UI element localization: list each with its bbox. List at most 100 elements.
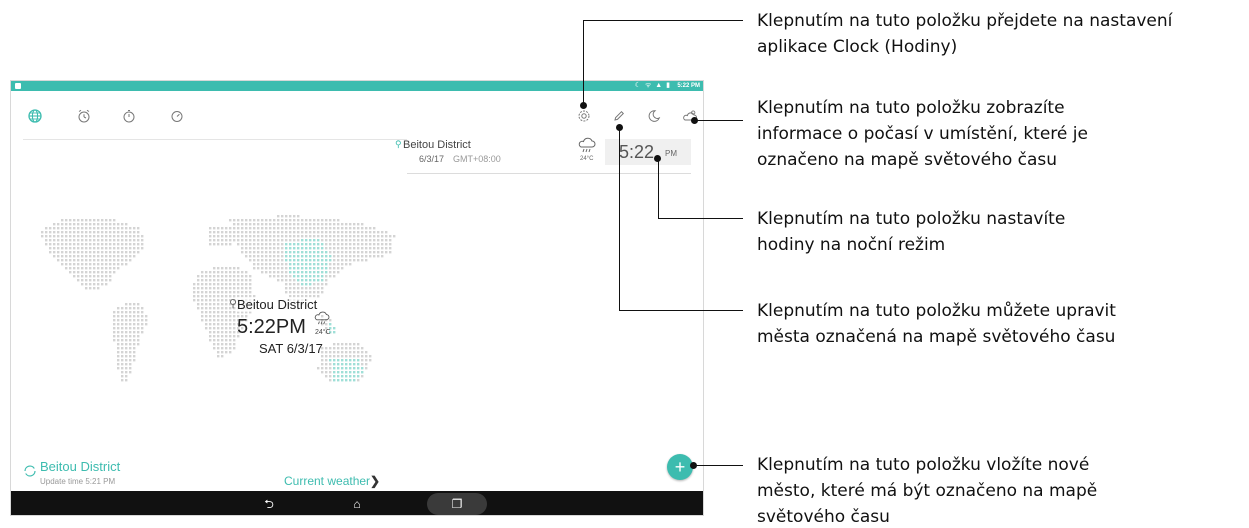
map-dot: [105, 283, 108, 286]
map-dot: [221, 331, 224, 334]
map-dot: [121, 231, 124, 234]
map-dot: [85, 239, 88, 242]
map-dot: [345, 351, 348, 354]
map-dot: [357, 351, 360, 354]
map-dot: [89, 223, 92, 226]
alarm-tab-icon[interactable]: [73, 105, 95, 127]
map-dot: [133, 251, 136, 254]
map-dot: [297, 251, 300, 254]
map-dot: [113, 335, 116, 338]
map-dot: [285, 251, 288, 254]
map-dot: [229, 227, 232, 230]
map-dot: [49, 247, 52, 250]
map-dot: [89, 235, 92, 238]
map-dot: [353, 235, 356, 238]
home-icon[interactable]: ⌂: [342, 495, 372, 513]
map-dot: [105, 275, 108, 278]
map-dot: [97, 255, 100, 258]
map-dot: [65, 239, 68, 242]
map-dot: [245, 271, 248, 274]
map-dot: [297, 231, 300, 234]
map-dot: [349, 347, 352, 350]
map-dot: [49, 231, 52, 234]
map-dot: [293, 243, 296, 246]
map-dot: [81, 231, 84, 234]
map-dot: [261, 239, 264, 242]
world-clock-tab-icon[interactable]: [24, 105, 46, 127]
map-dot: [257, 223, 260, 226]
map-dot: [69, 247, 72, 250]
map-dot: [117, 243, 120, 246]
weather-icon[interactable]: [679, 105, 701, 127]
map-dot: [317, 287, 320, 290]
map-dot: [121, 247, 124, 250]
map-dot: [117, 251, 120, 254]
map-dot: [117, 359, 120, 362]
map-dot: [317, 219, 320, 222]
map-dot: [57, 235, 60, 238]
callout-line-text: informace o počasí v umístění, které je: [757, 124, 1088, 144]
callout-weather: Klepnutím na tuto položku zobrazíte info…: [757, 95, 1088, 173]
map-dot: [121, 315, 124, 318]
map-dot: [57, 259, 60, 262]
map-dot: [53, 239, 56, 242]
map-dot: [297, 255, 300, 258]
refresh-icon[interactable]: [23, 464, 37, 478]
map-dot: [233, 331, 236, 334]
map-dot: [109, 235, 112, 238]
map-dot: [269, 275, 272, 278]
map-dot: [369, 355, 372, 358]
bottom-city-name[interactable]: Beitou District: [40, 459, 120, 474]
map-dot: [221, 315, 224, 318]
map-dot: [81, 279, 84, 282]
map-dot: [281, 279, 284, 282]
map-dot: [237, 235, 240, 238]
map-dot: [305, 263, 308, 266]
map-dot: [269, 251, 272, 254]
map-dot: [233, 343, 236, 346]
map-dot: [93, 275, 96, 278]
map-dot: [325, 247, 328, 250]
map-dot: [365, 367, 368, 370]
map-dot: [105, 219, 108, 222]
map-dot: [113, 219, 116, 222]
map-dot: [97, 267, 100, 270]
map-dot: [289, 271, 292, 274]
night-mode-icon[interactable]: [643, 105, 665, 127]
map-dot: [345, 243, 348, 246]
back-icon[interactable]: ⮌: [254, 495, 284, 513]
map-dot: [97, 283, 100, 286]
current-weather-link[interactable]: Current weather❯: [284, 474, 380, 488]
map-dot: [93, 227, 96, 230]
map-dot: [321, 227, 324, 230]
add-callout-line: [694, 465, 743, 466]
map-dot: [201, 287, 204, 290]
callout-line-text: Klepnutím na tuto položku můžete upravit: [757, 301, 1116, 321]
timer-tab-icon[interactable]: [166, 105, 188, 127]
map-dot: [213, 287, 216, 290]
map-dot: [117, 239, 120, 242]
map-dot: [337, 359, 340, 362]
map-dot: [273, 239, 276, 242]
map-dot: [121, 327, 124, 330]
map-dot: [365, 239, 368, 242]
map-dot: [121, 239, 124, 242]
map-dot: [261, 247, 264, 250]
map-dot: [233, 327, 236, 330]
stopwatch-tab-icon[interactable]: [118, 105, 140, 127]
map-dot: [69, 227, 72, 230]
map-dot: [305, 275, 308, 278]
map-dot: [357, 343, 360, 346]
map-dot: [353, 243, 356, 246]
map-dot: [269, 247, 272, 250]
callout-settings: Klepnutím na tuto položku přejdete na na…: [757, 8, 1172, 60]
map-dot: [109, 247, 112, 250]
recent-apps-icon[interactable]: ❐: [442, 495, 472, 513]
map-dot: [201, 311, 204, 314]
map-dot: [341, 343, 344, 346]
map-dot: [133, 243, 136, 246]
add-city-button[interactable]: +: [667, 454, 693, 480]
map-dot: [337, 239, 340, 242]
map-dot: [129, 247, 132, 250]
map-dot: [73, 239, 76, 242]
